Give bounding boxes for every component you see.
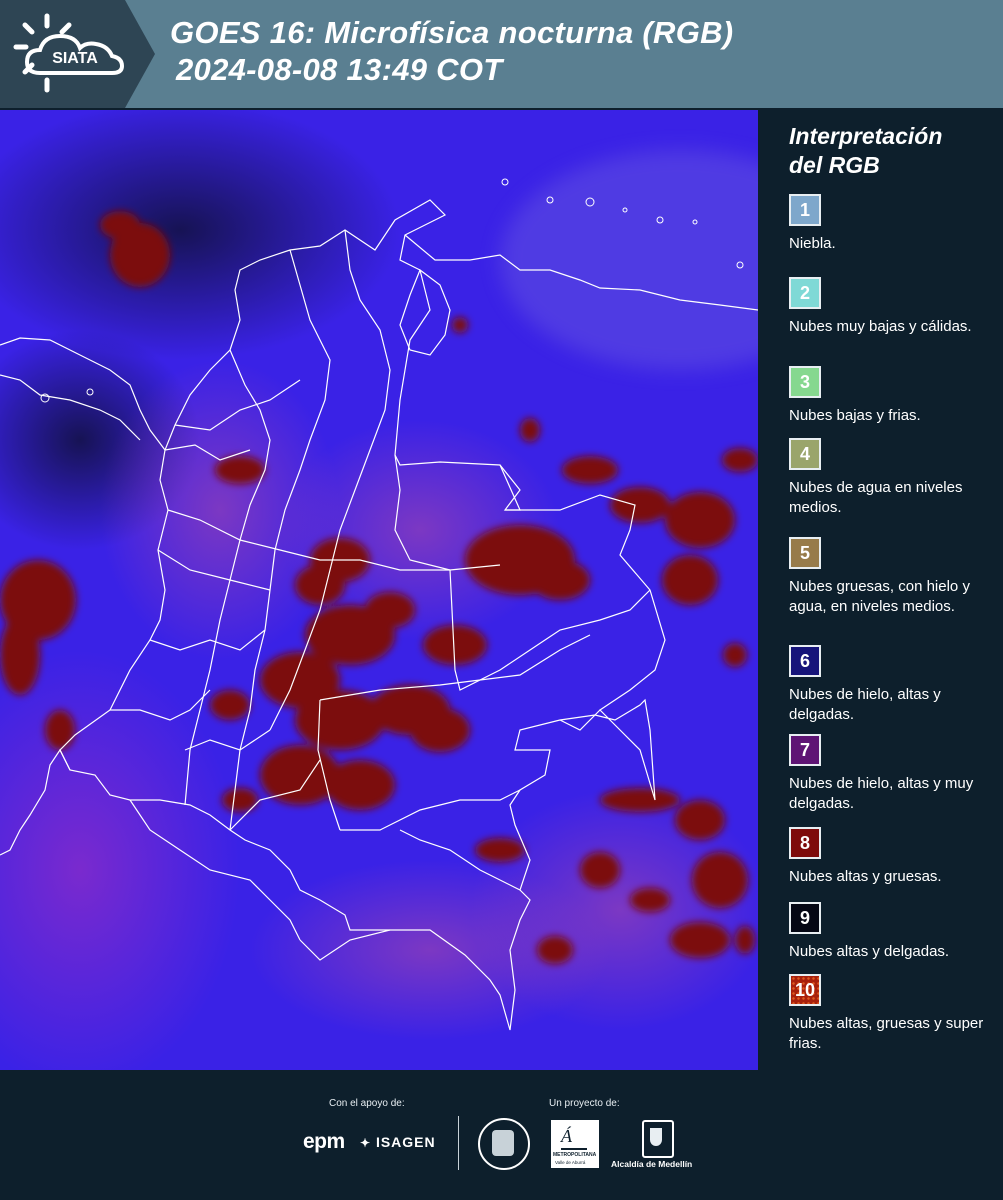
legend-item-10: 10 Nubes altas, gruesas y super frias. — [789, 974, 994, 1054]
legend-item-3: 3 Nubes bajas y frias. — [789, 366, 994, 426]
legend-swatch: 6 — [789, 645, 821, 677]
footer-divider — [458, 1116, 459, 1170]
legend-item-text: Nubes de hielo, altas y muy delgadas. — [789, 775, 974, 812]
project-label: Un proyecto de: — [549, 1098, 620, 1109]
satellite-map[interactable] — [0, 110, 758, 1070]
legend-item-1: 1 Niebla. — [789, 194, 994, 254]
legend-item-6: 6 Nubes de hielo, altas y delgadas. — [789, 645, 994, 725]
svg-text:SIATA: SIATA — [52, 50, 98, 67]
legend-item-text: Nubes de hielo, altas y delgadas. — [789, 686, 941, 723]
area-icon: Á — [561, 1126, 587, 1150]
legend-title: Interpretación del RGB — [789, 123, 943, 178]
shield-icon — [650, 1128, 662, 1146]
legend-item-7: 7 Nubes de hielo, altas y muy delgadas. — [789, 734, 994, 814]
legend-swatch: 5 — [789, 537, 821, 569]
seal-logo[interactable] — [478, 1118, 530, 1170]
legend-item-text: Nubes gruesas, con hielo y agua, en nive… — [789, 578, 970, 615]
legend-item-9: 9 Nubes altas y delgadas. — [789, 902, 994, 962]
footer: Con el apoyo de: Un proyecto de: epm ✦ I… — [0, 1070, 1003, 1200]
legend-item-text: Nubes bajas y frias. — [789, 407, 921, 424]
legend-item-5: 5 Nubes gruesas, con hielo y agua, en niv… — [789, 537, 994, 617]
siata-logo[interactable]: SIATA — [0, 0, 155, 108]
legend-item-text: Nubes de agua en niveles medios. — [789, 479, 963, 516]
legend-swatch: 7 — [789, 734, 821, 766]
title-line-1: GOES 16: Microfísica nocturna (RGB) — [170, 15, 734, 50]
legend-swatch: 2 — [789, 277, 821, 309]
header: SIATA GOES 16: Microfísica nocturna (RGB… — [0, 0, 1003, 108]
area-metropolitana-logo[interactable]: METROPOLITANA Valle de Aburrá Á — [551, 1120, 599, 1168]
title-line-2: 2024-08-08 13:49 COT — [176, 52, 503, 87]
legend-item-text: Nubes altas, gruesas y super frias. — [789, 1015, 984, 1052]
legend-swatch: 10 — [789, 974, 821, 1006]
medellin-logo[interactable] — [642, 1120, 674, 1158]
legend-item-8: 8 Nubes altas y gruesas. — [789, 827, 994, 887]
legend-swatch: 4 — [789, 438, 821, 470]
rgb-legend: Interpretación del RGB 1 Niebla. 2 Nubes mu… — [760, 110, 1003, 1070]
legend-swatch: 3 — [789, 366, 821, 398]
legend-item-4: 4 Nubes de agua en niveles medios. — [789, 438, 994, 518]
legend-swatch: 8 — [789, 827, 821, 859]
legend-item-text: Niebla. — [789, 235, 836, 252]
legend-item-text: Nubes muy bajas y cálidas. — [789, 318, 972, 335]
seal-icon — [492, 1130, 514, 1156]
isagen-logo[interactable]: ✦ ISAGEN — [360, 1134, 436, 1150]
epm-logo[interactable]: epm — [303, 1130, 345, 1154]
legend-swatch: 1 — [789, 194, 821, 226]
legend-item-text: Nubes altas y gruesas. — [789, 868, 942, 885]
alcaldia-label: Alcaldía de Medellín — [611, 1159, 693, 1169]
isagen-icon: ✦ — [360, 1136, 372, 1150]
support-label: Con el apoyo de: — [329, 1098, 405, 1109]
page-title: GOES 16: Microfísica nocturna (RGB) 2024… — [170, 14, 733, 88]
legend-swatch: 9 — [789, 902, 821, 934]
legend-item-text: Nubes altas y delgadas. — [789, 943, 950, 960]
legend-item-2: 2 Nubes muy bajas y cálidas. — [789, 277, 994, 337]
